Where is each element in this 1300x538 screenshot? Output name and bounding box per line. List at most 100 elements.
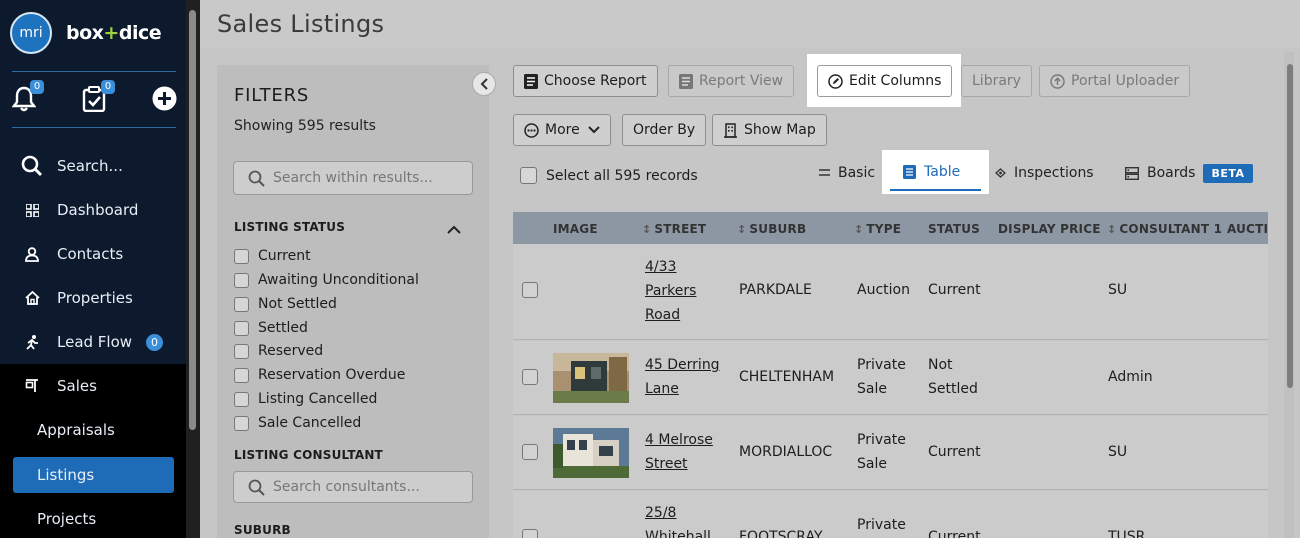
- nav-item-dashboard[interactable]: Dashboard: [0, 190, 186, 230]
- checkbox[interactable]: [234, 272, 249, 288]
- brand-logo[interactable]: mri box+dice: [10, 12, 162, 54]
- checkbox[interactable]: [234, 343, 249, 359]
- status-option-current[interactable]: Current: [234, 246, 311, 266]
- consultant-search-input[interactable]: [273, 479, 463, 495]
- status-option-reserved[interactable]: Reserved: [234, 341, 323, 361]
- library-button[interactable]: Library: [961, 65, 1032, 97]
- filters-panel: FILTERS Showing 595 results LISTING STAT…: [217, 65, 489, 538]
- suburb-cell: FOOTSCRAY: [739, 529, 823, 538]
- brand-name: box+dice: [66, 22, 162, 44]
- type-cell: Private: [857, 517, 906, 533]
- more-dropdown[interactable]: More: [513, 114, 611, 146]
- table-row[interactable]: 25/8 Whitehall FOOTSCRAY Private Current …: [513, 491, 1268, 538]
- active-tab-underline: [890, 189, 981, 191]
- consultant-cell: Admin: [1108, 369, 1153, 385]
- consultant-cell: TUSR: [1108, 529, 1146, 538]
- street-link[interactable]: 45 Derring Lane: [645, 353, 720, 401]
- portal-uploader-button[interactable]: Portal Uploader: [1039, 65, 1191, 97]
- checkbox[interactable]: [234, 248, 249, 264]
- nav-subitem-appraisals[interactable]: Appraisals: [13, 412, 174, 448]
- table-row[interactable]: 4/33 Parkers Road PARKDALE Auction Current…: [513, 244, 1268, 340]
- consultant-search-field[interactable]: [233, 471, 473, 503]
- status-option-listing-cancelled[interactable]: Listing Cancelled: [234, 389, 377, 409]
- main-area: Sales Listings FILTERS Showing 595 resul…: [200, 0, 1300, 538]
- report-icon: [679, 73, 693, 89]
- nav-item-contacts[interactable]: Contacts: [0, 234, 186, 274]
- checkbox[interactable]: [234, 296, 249, 312]
- notifications-badge: 0: [30, 80, 44, 94]
- row-checkbox[interactable]: [522, 369, 538, 385]
- row-checkbox[interactable]: [522, 444, 538, 460]
- choose-report-button[interactable]: Choose Report: [513, 65, 658, 97]
- table-icon: [903, 165, 916, 179]
- column-header-display-price: DISPLAY PRICE: [998, 222, 1101, 236]
- report-view-button[interactable]: Report View: [668, 65, 795, 97]
- suburb-cell: PARKDALE: [739, 282, 812, 298]
- sidebar-scrollbar[interactable]: [189, 10, 196, 430]
- table-row[interactable]: 45 Derring Lane CHELTENHAM Private Sale No…: [513, 341, 1268, 415]
- select-all-records[interactable]: Select all 595 records: [520, 167, 698, 184]
- collapse-filters-button[interactable]: [472, 72, 496, 96]
- tab-table[interactable]: Table: [903, 164, 960, 180]
- listing-thumbnail-image[interactable]: [553, 428, 629, 478]
- table-row[interactable]: 4 Melrose Street MORDIALLOC Private Sale C…: [513, 416, 1268, 490]
- column-header-image: IMAGE: [553, 222, 598, 236]
- sort-icon: ↕: [642, 222, 652, 236]
- street-link[interactable]: 4/33 Parkers Road: [645, 255, 696, 327]
- chevron-up-icon[interactable]: [447, 219, 461, 238]
- order-by-button[interactable]: Order By: [622, 114, 707, 146]
- results-search-input[interactable]: [273, 170, 463, 186]
- status-option-awaiting-unconditional[interactable]: Awaiting Unconditional: [234, 270, 419, 290]
- status-option-not-settled[interactable]: Not Settled: [234, 294, 337, 314]
- add-new-button[interactable]: [152, 86, 180, 114]
- sidebar-divider: [12, 127, 176, 128]
- row-checkbox[interactable]: [522, 282, 538, 298]
- person-icon: [19, 246, 45, 262]
- street-link[interactable]: 25/8 Whitehall: [645, 501, 711, 538]
- column-header-suburb[interactable]: ↕ SUBURB: [737, 222, 806, 236]
- status-option-settled[interactable]: Settled: [234, 318, 308, 338]
- mri-logo-icon: mri: [10, 12, 52, 54]
- listing-thumbnail-image[interactable]: [553, 353, 629, 403]
- suburb-cell: MORDIALLOC: [739, 444, 833, 460]
- suburb-title: SUBURB: [234, 523, 291, 537]
- status-option-sale-cancelled[interactable]: Sale Cancelled: [234, 413, 361, 433]
- suburb-cell: CHELTENHAM: [739, 369, 835, 385]
- table-header: IMAGE ↕ STREET ↕ SUBURB ↕ TYPE STATUS DISPL…: [513, 212, 1268, 244]
- main-scrollbar[interactable]: [1287, 64, 1293, 388]
- column-header-street[interactable]: ↕ STREET: [642, 222, 706, 236]
- sort-icon: ↕: [854, 222, 864, 236]
- nav-item-search[interactable]: Search...: [0, 146, 186, 186]
- listing-consultant-title: LISTING CONSULTANT: [234, 448, 383, 462]
- checkbox[interactable]: [234, 415, 249, 431]
- tasks-button[interactable]: 0: [82, 80, 115, 114]
- checkbox[interactable]: [234, 391, 249, 407]
- tab-boards[interactable]: Boards BETA: [1125, 162, 1253, 184]
- sidebar-divider: [12, 71, 176, 72]
- search-icon: [19, 155, 45, 177]
- checkbox[interactable]: [234, 367, 249, 383]
- status-option-reservation-overdue[interactable]: Reservation Overdue: [234, 365, 405, 385]
- sales-sign-icon: [19, 379, 45, 393]
- select-all-checkbox[interactable]: [520, 167, 537, 184]
- nav-subitem-listings[interactable]: Listings: [13, 457, 174, 493]
- quick-actions: 0 0: [11, 80, 180, 114]
- edit-columns-button[interactable]: Edit Columns: [817, 65, 953, 97]
- column-header-consultant[interactable]: ↕ CONSULTANT 1: [1107, 222, 1222, 236]
- tab-basic[interactable]: Basic: [819, 162, 875, 184]
- show-map-button[interactable]: Show Map: [712, 114, 827, 146]
- nav-subitem-projects[interactable]: Projects: [13, 501, 174, 537]
- grid-icon: [19, 203, 45, 217]
- column-header-type[interactable]: ↕ TYPE: [854, 222, 901, 236]
- row-checkbox[interactable]: [522, 529, 538, 538]
- tab-inspections[interactable]: Inspections: [995, 162, 1094, 184]
- nav-item-properties[interactable]: Properties: [0, 278, 186, 318]
- street-link[interactable]: 4 Melrose Street: [645, 428, 713, 476]
- status-cell: Current: [928, 529, 981, 538]
- checkbox[interactable]: [234, 320, 249, 336]
- notifications-button[interactable]: 0: [11, 80, 44, 114]
- nav-item-lead-flow[interactable]: Lead Flow 0: [0, 322, 186, 362]
- results-search-field[interactable]: [233, 161, 473, 195]
- listings-table: IMAGE ↕ STREET ↕ SUBURB ↕ TYPE STATUS DISPL…: [513, 212, 1268, 538]
- nav-item-sales[interactable]: Sales: [0, 366, 186, 406]
